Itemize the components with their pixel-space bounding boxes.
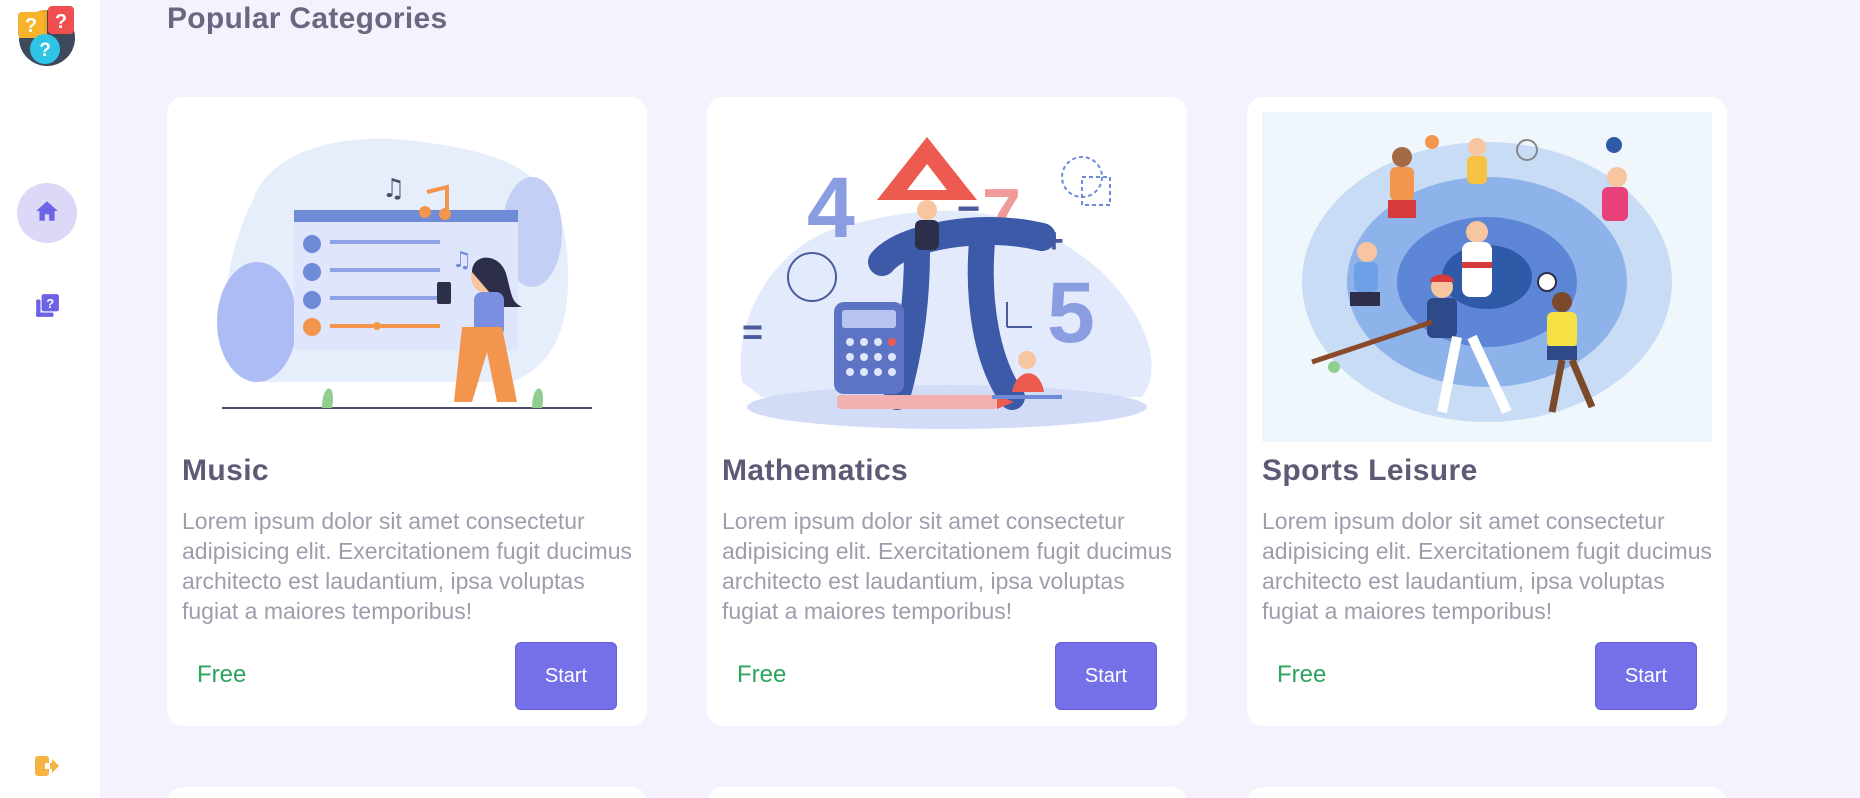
card-description: Lorem ipsum dolor sit amet consectetur a… — [722, 508, 1172, 624]
category-card-sports-leisure: Sports Leisure Lorem ipsum dolor sit ame… — [1247, 97, 1727, 726]
svg-text:♫: ♫ — [452, 248, 472, 273]
logout-button[interactable] — [17, 738, 77, 798]
logout-icon — [33, 754, 61, 783]
start-button[interactable]: Start — [1595, 642, 1697, 710]
svg-text:?: ? — [55, 11, 67, 33]
home-icon — [34, 198, 60, 229]
price-label: Free — [1277, 661, 1327, 688]
app-logo[interactable]: ? ? ? — [16, 4, 78, 66]
svg-text:?: ? — [39, 40, 51, 61]
main-content: Popular Categories ♫ ♫ Music Lorem ipsum… — [100, 0, 1860, 798]
page-title: Popular Categories — [167, 2, 448, 35]
svg-text:4: 4 — [807, 160, 855, 256]
category-card-music: ♫ ♫ Music Lorem ipsum dolor sit amet con… — [167, 97, 647, 726]
card-description: Lorem ipsum dolor sit amet consectetur a… — [1262, 508, 1712, 624]
svg-text:♫: ♫ — [382, 174, 405, 204]
card-title: Music — [182, 454, 270, 487]
card-title: Mathematics — [722, 454, 909, 487]
svg-text:5: 5 — [1047, 265, 1095, 361]
price-label: Free — [737, 661, 787, 688]
nav-home-button[interactable] — [17, 183, 77, 243]
card-description: Lorem ipsum dolor sit amet consectetur a… — [182, 508, 632, 624]
start-button[interactable]: Start — [515, 642, 617, 710]
start-button[interactable]: Start — [1055, 642, 1157, 710]
mathematics-illustration: 4 7 − + 5 = — [722, 112, 1172, 442]
svg-text:?: ? — [46, 296, 54, 311]
category-card-next — [707, 787, 1187, 798]
price-label: Free — [197, 661, 247, 688]
music-illustration: ♫ ♫ — [182, 112, 632, 442]
sports-illustration — [1262, 112, 1712, 442]
svg-text:?: ? — [25, 15, 37, 37]
svg-text:=: = — [742, 311, 763, 352]
category-card-next — [167, 787, 647, 798]
category-card-next — [1247, 787, 1727, 798]
category-card-mathematics: 4 7 − + 5 = Mathematics Lorem ipsum dolo… — [707, 97, 1187, 726]
sidebar: ? ? ? ? — [0, 0, 100, 798]
nav-quiz-button[interactable]: ? — [17, 278, 77, 338]
card-title: Sports Leisure — [1262, 454, 1478, 487]
quiz-book-icon: ? — [34, 293, 60, 324]
